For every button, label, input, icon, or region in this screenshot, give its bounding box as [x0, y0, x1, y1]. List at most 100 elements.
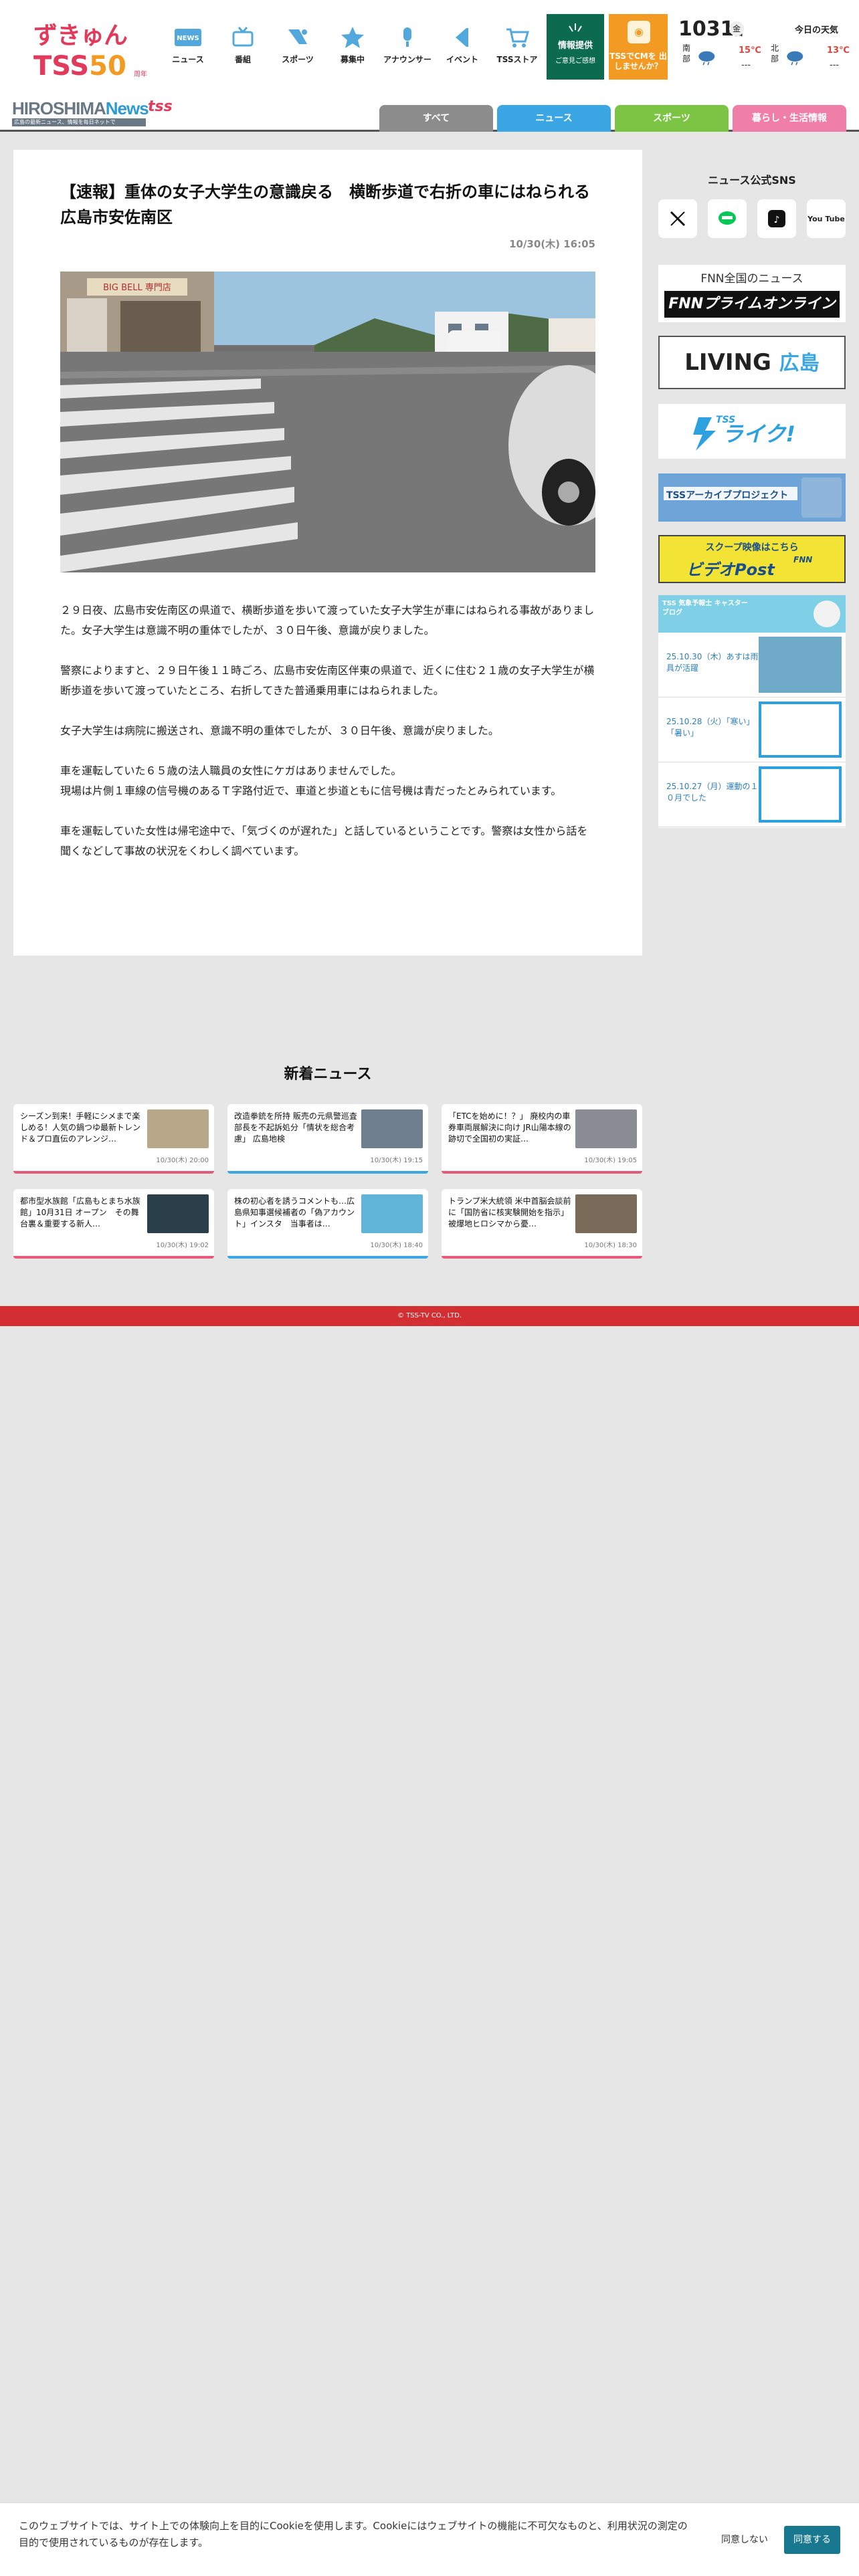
weather-widget[interactable]: 1031日 金 今日の天気 南部 15℃ --- 北部 13℃ ---: [676, 13, 856, 87]
line-icon[interactable]: [708, 199, 747, 238]
article-photo: BIG BELL 専門店: [60, 272, 595, 572]
x-icon[interactable]: [658, 199, 697, 238]
cm-label: TSSでCMを 出しませんか？: [609, 51, 667, 71]
youtube-text: You Tube: [807, 214, 845, 223]
nav-store[interactable]: TSSストア: [490, 24, 545, 71]
cookie-deny-button[interactable]: 同意しない: [709, 2526, 780, 2554]
news-card-accent: [13, 1171, 214, 1174]
logo-text-zukyun: ずきゅん: [33, 21, 128, 49]
news-card[interactable]: シーズン到来！手軽にシメまで楽しめる！人気の鍋つゆ最新トレンド＆プロ直伝のアレン…: [13, 1104, 214, 1174]
article-paragraph: 車を運転していた６５歳の法人職員の女性にケガはありませんでした。 現場は片側１車…: [60, 764, 562, 797]
weather-north: 北部 13℃ ---: [771, 43, 858, 83]
tss-like-banner[interactable]: TSS ライク!: [658, 404, 846, 459]
news-card[interactable]: トランプ米大統領 米中首脳会談前に「国防省に核実験開始を指示」被爆地ヒロシマから…: [442, 1189, 642, 1259]
cm-banner-button[interactable]: ◉ TSSでCMを 出しませんか？: [609, 14, 668, 80]
news-card-title: 都市型水族館「広島もとまち水族館」10月31日 オープン その舞台裏＆重要する新…: [20, 1196, 140, 1228]
fnn-prime-banner[interactable]: FNN全国のニュース FNNプライムオンライン: [658, 265, 846, 322]
blog-thumbnail: [759, 766, 842, 823]
nav-announcer[interactable]: アナウンサー: [380, 24, 435, 71]
star-icon: [337, 24, 369, 51]
weather-south: 南部 15℃ ---: [682, 43, 769, 83]
info-sub-label: ご意見ご感想: [555, 58, 595, 65]
news-card-date: 10/30(木) 20:00: [156, 1157, 209, 1164]
news-card-date: 10/30(木) 18:40: [370, 1242, 423, 1249]
nav-label: 番組: [234, 55, 251, 64]
blog-item[interactable]: 25.10.30（木）あすは雨具が活躍: [658, 633, 846, 697]
tab-sports[interactable]: スポーツ: [615, 105, 729, 132]
tab-lifestyle[interactable]: 暮らし・生活情報: [733, 105, 846, 132]
cookie-agree-button[interactable]: 同意する: [784, 2526, 840, 2554]
article-paragraph: ２９日夜、広島市安佐南区の県道で、横断歩道を歩いて渡っていた女子大学生が車にはね…: [60, 604, 595, 637]
news-card-date: 10/30(木) 19:15: [370, 1157, 423, 1164]
hiroshima-news-logo[interactable]: HIROSHIMANews 広島の最新ニュース、情報を毎日ネットで tss: [12, 98, 176, 129]
news-card-accent: [442, 1256, 642, 1259]
news-card-thumbnail: [147, 1194, 209, 1233]
nav-news[interactable]: NEWS ニュース: [161, 24, 215, 71]
section-header: HIROSHIMANews 広島の最新ニュース、情報を毎日ネットで tss すべ…: [0, 97, 859, 132]
nav-label: イベント: [446, 55, 478, 64]
news-card-date: 10/30(木) 19:02: [156, 1242, 209, 1249]
cloud-rain-icon: [787, 51, 803, 66]
cookie-message: このウェブサイトでは、サイト上での体験向上を目的にCookieを使用します。Co…: [19, 2520, 688, 2549]
news-card[interactable]: 改造拳銃を所持 販売の元県警巡査部長を不起訴処分「情状を総合考慮」 広島地検 1…: [227, 1104, 428, 1174]
living-hiroshima-text: 広島: [779, 352, 820, 375]
news-card-title: トランプ米大統領 米中首脳会談前に「国防省に核実験開始を指示」被爆地ヒロシマから…: [448, 1196, 571, 1228]
article-paragraph: 車を運転していた女性は帰宅途中で、「気づくのが遅れた」と話しているということです…: [60, 825, 588, 857]
site-logo[interactable]: ずきゅん TSS50 周年: [33, 16, 147, 83]
blog-item[interactable]: 25.10.28（火）「寒い」「暑い」: [658, 697, 846, 762]
shop-sign: BIG BELL 専門店: [103, 283, 171, 293]
flag-icon: [446, 24, 478, 51]
info-label: 情報提供: [557, 41, 593, 51]
news-card-date: 10/30(木) 19:05: [584, 1157, 637, 1164]
post-caption: スクープ映像はこちら: [705, 542, 799, 553]
hn-logo-tagline: 広島の最新ニュース、情報を毎日ネットで: [12, 118, 146, 126]
info-submit-button[interactable]: 情報提供 ご意見ご感想: [547, 14, 604, 80]
video-post-banner[interactable]: スクープ映像はこちら ビデオPost FNN: [658, 535, 846, 583]
like-logo-image: TSS ライク!: [693, 415, 795, 451]
tab-all[interactable]: すべて: [379, 105, 493, 132]
nav-label: アナウンサー: [383, 55, 432, 64]
weather-blog-header[interactable]: TSS 気象予報士 キャスター ブログ: [658, 595, 846, 633]
news-card-accent: [442, 1171, 642, 1174]
tss-archive-banner[interactable]: TSSアーカイブプロジェクト: [658, 473, 846, 522]
street-crosswalk-image: BIG BELL 専門店: [60, 272, 595, 572]
temp-low: ---: [741, 60, 751, 70]
article-body: ２９日夜、広島市安佐南区の県道で、横断歩道を歩いて渡っていた女子大学生が車にはね…: [60, 601, 595, 881]
tss-logo: tss: [148, 98, 173, 115]
news-card-date: 10/30(木) 18:30: [584, 1242, 637, 1249]
news-card[interactable]: 株の初心者を誘うコメントも…広島県知事選候補者の「偽アカウント」インスタ 当事者…: [227, 1189, 428, 1259]
main-nav: NEWS ニュース 番組 スポーツ 募集中 アナウンサー イベント TSSストア: [161, 24, 545, 71]
blog-thumbnail: [759, 637, 842, 693]
svg-text:NEWS: NEWS: [177, 35, 199, 42]
news-card-title: シーズン到来！手軽にシメまで楽しめる！人気の鍋つゆ最新トレンド＆プロ直伝のアレン…: [20, 1111, 141, 1144]
tiktok-icon[interactable]: ♪: [757, 199, 796, 238]
youtube-icon[interactable]: You Tube: [807, 199, 846, 238]
blog-item[interactable]: 25.10.27（月）運動の１０月でした: [658, 762, 846, 827]
temp-high: 13℃: [827, 45, 850, 56]
svg-text:♪: ♪: [774, 215, 780, 225]
news-card-title: 改造拳銃を所持 販売の元県警巡査部長を不起訴処分「情状を総合考慮」 広島地検: [234, 1111, 357, 1144]
site-header: ずきゅん TSS50 周年 NEWS ニュース 番組 スポーツ 募集中 アナウン…: [0, 0, 859, 97]
mascot-icon: ◉: [628, 21, 650, 43]
category-tabs: すべて ニュース スポーツ 暮らし・生活情報: [379, 105, 846, 132]
microphone-icon: [391, 24, 423, 51]
sns-links: ♪ You Tube: [658, 199, 846, 238]
news-card-accent: [13, 1256, 214, 1259]
tab-news[interactable]: ニュース: [497, 105, 611, 132]
tv-icon: [227, 24, 259, 51]
cart-icon: [501, 24, 533, 51]
nav-programs[interactable]: 番組: [215, 24, 270, 71]
nav-recruit[interactable]: 募集中: [325, 24, 380, 71]
nav-label: スポーツ: [282, 55, 314, 64]
weather-weekday: 金: [729, 21, 744, 36]
news-icon: NEWS: [172, 24, 204, 51]
megaphone-rays-icon: [569, 23, 582, 32]
nav-sports[interactable]: スポーツ: [270, 24, 325, 71]
news-card[interactable]: 都市型水族館「広島もとまち水族館」10月31日 オープン その舞台裏＆重要する新…: [13, 1189, 214, 1259]
living-text: LIVING: [684, 349, 771, 376]
temp-low: ---: [830, 60, 840, 70]
news-card-thumbnail: [147, 1109, 209, 1148]
nav-event[interactable]: イベント: [435, 24, 490, 71]
living-hiroshima-banner[interactable]: LIVING 広島: [658, 336, 846, 389]
news-card[interactable]: 「ETCを始めに！？」 廃校内の車券車両展解決に向け JR山陽本線の跡切で全国初…: [442, 1104, 642, 1174]
